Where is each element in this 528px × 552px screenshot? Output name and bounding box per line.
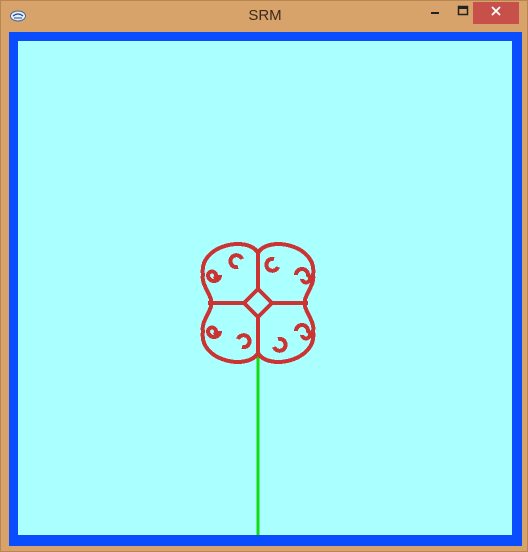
fractal-curl-2 <box>236 333 252 350</box>
maximize-icon <box>457 4 469 22</box>
fractal-cross-arms <box>208 253 308 353</box>
close-button[interactable] <box>473 2 519 24</box>
fractal-lobe-3 <box>256 301 316 364</box>
fractal-lobe-2 <box>200 301 260 364</box>
fractal-spiral-3 <box>294 323 312 341</box>
drawing-canvas[interactable] <box>18 41 512 535</box>
fractal-spiral-1 <box>294 267 312 285</box>
fractal-lobe-1 <box>256 242 316 305</box>
fractal-curl-1 <box>264 256 280 273</box>
fractal-curl-3 <box>272 336 288 353</box>
minimize-icon <box>429 4 441 22</box>
close-icon <box>490 4 502 22</box>
application-window: SRM <box>0 0 528 552</box>
red-curl-fractal <box>200 242 316 364</box>
fractal-spiral-0 <box>205 269 222 283</box>
fractal-curl-0 <box>228 253 244 270</box>
canvas-border <box>9 32 522 546</box>
minimize-button[interactable] <box>421 2 449 24</box>
fractal-center-diamond <box>241 286 275 320</box>
fractal-spiral-2 <box>205 325 222 339</box>
title-bar[interactable]: SRM <box>1 1 528 32</box>
